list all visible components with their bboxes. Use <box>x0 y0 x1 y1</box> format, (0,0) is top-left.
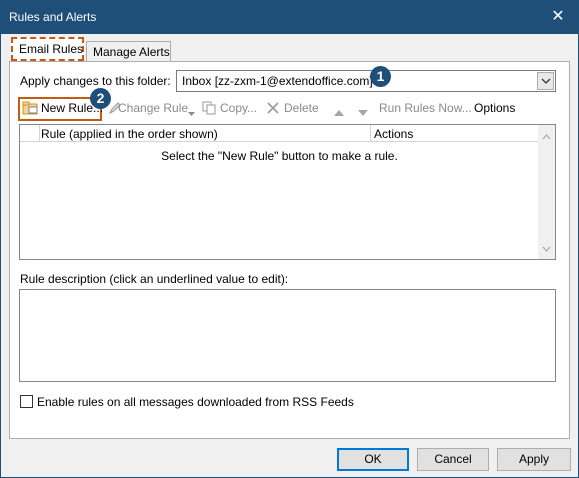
rss-rules-label[interactable]: Enable rules on all messages downloaded … <box>37 395 354 409</box>
column-actions[interactable]: Actions <box>374 127 413 141</box>
tab-manage-alerts[interactable]: Manage Alerts <box>86 41 171 61</box>
column-divider <box>370 125 371 142</box>
run-rules-now-button[interactable]: Run Rules Now... <box>379 101 472 115</box>
options-button[interactable]: Options <box>474 101 515 115</box>
column-rule[interactable]: Rule (applied in the order shown) <box>41 127 218 141</box>
rule-description-box[interactable] <box>19 289 556 382</box>
copy-icon <box>202 101 216 118</box>
step-badge-1: 1 <box>370 66 391 87</box>
delete-icon <box>266 101 280 118</box>
column-checkbox <box>20 125 40 142</box>
rules-and-alerts-dialog: Rules and Alerts ✕ Email Rules Manage Al… <box>0 0 579 478</box>
folder-select[interactable]: Inbox [zz-zxm-1@extendoffice.com] <box>176 70 556 92</box>
change-rule-button[interactable]: Change Rule <box>118 101 188 115</box>
close-icon[interactable]: ✕ <box>548 7 568 27</box>
folder-select-value: Inbox [zz-zxm-1@extendoffice.com] <box>182 74 373 88</box>
step-badge-2: 2 <box>90 88 111 109</box>
title-bar: Rules and Alerts ✕ <box>1 1 578 34</box>
rule-description-label: Rule description (click an underlined va… <box>20 272 289 286</box>
cancel-button[interactable]: Cancel <box>417 448 489 471</box>
rules-list[interactable]: Rule (applied in the order shown) Action… <box>19 124 556 260</box>
email-rules-panel: Apply changes to this folder: Inbox [zz-… <box>9 61 570 439</box>
scroll-up-icon[interactable] <box>542 129 551 143</box>
window-title: Rules and Alerts <box>9 10 97 24</box>
folder-label: Apply changes to this folder: <box>20 74 171 88</box>
new-rule-icon <box>22 101 38 118</box>
apply-button[interactable]: Apply <box>497 448 571 471</box>
rules-list-scrollbar[interactable] <box>538 125 555 259</box>
move-down-icon[interactable] <box>358 105 368 119</box>
ok-button[interactable]: OK <box>337 448 409 471</box>
move-up-icon[interactable] <box>334 105 344 119</box>
tab-email-rules[interactable]: Email Rules <box>11 37 84 61</box>
rules-list-empty-message: Select the "New Rule" button to make a r… <box>161 149 398 163</box>
rules-list-header: Rule (applied in the order shown) Action… <box>20 125 539 142</box>
delete-button[interactable]: Delete <box>284 101 319 115</box>
copy-button[interactable]: Copy... <box>220 101 257 115</box>
chevron-down-icon[interactable] <box>537 72 554 90</box>
scroll-down-icon[interactable] <box>542 241 551 255</box>
caret-down-icon <box>188 105 195 119</box>
rss-rules-checkbox[interactable] <box>20 395 33 408</box>
